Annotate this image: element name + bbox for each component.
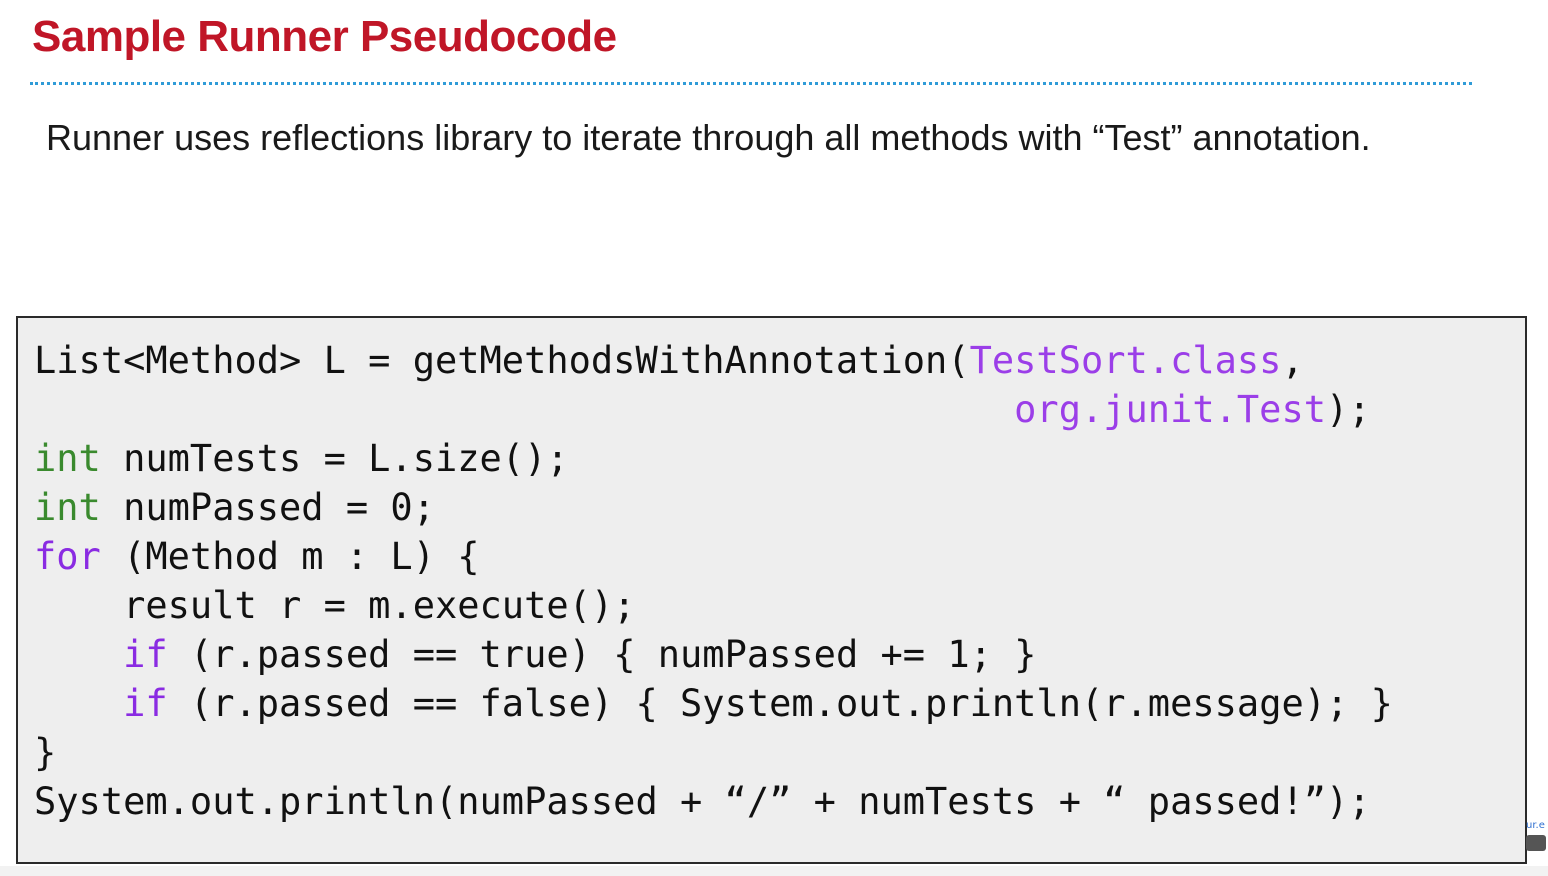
code-keyword: org.junit.Test: [1014, 388, 1327, 431]
code-token: ,: [1281, 339, 1304, 382]
code-block: List<Method> L = getMethodsWithAnnotatio…: [16, 316, 1527, 864]
title-divider: [30, 82, 1472, 85]
code-keyword: int: [34, 437, 101, 480]
code-line: result r = m.execute();: [34, 581, 1393, 630]
code-line: if (r.passed == false) { System.out.prin…: [34, 679, 1393, 728]
code-line: if (r.passed == true) { numPassed += 1; …: [34, 630, 1393, 679]
code-line: }: [34, 728, 1393, 777]
code-keyword: TestSort.class: [969, 339, 1282, 382]
code-line: for (Method m : L) {: [34, 532, 1393, 581]
code-token: numTests = L.size();: [100, 437, 569, 480]
license-url-fragment: ur.e: [1526, 820, 1545, 831]
creative-commons-icon: [1526, 835, 1546, 851]
code-token: (r.passed == false) { System.out.println…: [167, 682, 1393, 725]
code-token: result r = m.execute();: [34, 584, 636, 627]
slide-title: Sample Runner Pseudocode: [32, 12, 617, 61]
code-line: int numPassed = 0;: [34, 483, 1393, 532]
code-line: System.out.println(numPassed + “/” + num…: [34, 777, 1393, 826]
code-token: numPassed = 0;: [100, 486, 435, 529]
code-keyword: for: [34, 535, 101, 578]
code-keyword: int: [34, 486, 101, 529]
license-badge[interactable]: ur.e: [1526, 820, 1548, 866]
code-token: List<Method> L = getMethodsWithAnnotatio…: [34, 339, 970, 382]
code-token: System.out.println(numPassed + “/” + num…: [34, 780, 1371, 823]
code-line: int numTests = L.size();: [34, 434, 1393, 483]
code-token: (r.passed == true) { numPassed += 1; }: [167, 633, 1037, 676]
code-token: );: [1326, 388, 1371, 431]
bottom-bar: [0, 866, 1548, 876]
code-token: (Method m : L) {: [100, 535, 480, 578]
slide-body-text: Runner uses reflections library to itera…: [46, 117, 1371, 158]
code-keyword: if: [123, 633, 168, 676]
code-line: org.junit.Test);: [34, 385, 1393, 434]
code-listing: List<Method> L = getMethodsWithAnnotatio…: [34, 336, 1393, 826]
code-keyword: if: [123, 682, 168, 725]
code-token: }: [34, 731, 57, 774]
code-line: List<Method> L = getMethodsWithAnnotatio…: [34, 336, 1393, 385]
slide: Sample Runner Pseudocode Runner uses ref…: [0, 0, 1548, 876]
